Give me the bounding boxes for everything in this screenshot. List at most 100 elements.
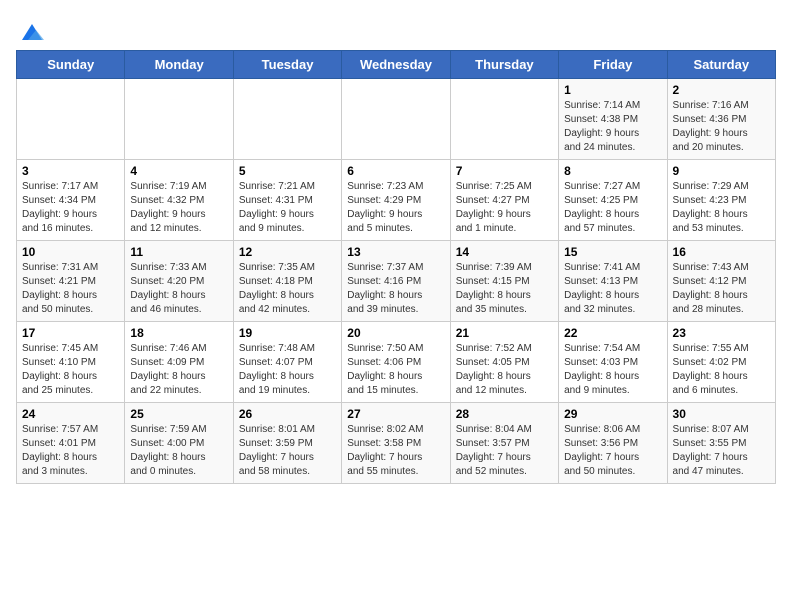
day-info: Sunrise: 8:01 AM Sunset: 3:59 PM Dayligh… <box>239 423 336 479</box>
day-number: 10 <box>22 245 119 259</box>
calendar-cell <box>17 79 125 160</box>
day-number: 1 <box>564 83 661 97</box>
calendar-cell: 29Sunrise: 8:06 AM Sunset: 3:56 PM Dayli… <box>559 403 667 484</box>
calendar-cell: 30 Sunrise: 8:07 AM Sunset: 3:55 PM Dayli… <box>667 403 775 484</box>
day-number: 14 <box>456 245 553 259</box>
day-info: Sunrise: 7:39 AM Sunset: 4:15 PM Dayligh… <box>456 261 553 317</box>
calendar-cell: 22 Sunrise: 7:54 AM Sunset: 4:03 PM Dayli… <box>559 322 667 403</box>
day-info: Sunrise: 8:04 AM Sunset: 3:57 PM Dayligh… <box>456 423 553 479</box>
day-number: 15 <box>564 245 661 259</box>
calendar-cell: 5 Sunrise: 7:21 AM Sunset: 4:31 PM Daylig… <box>233 160 341 241</box>
calendar-cell: 9Sunrise: 7:29 AM Sunset: 4:23 PM Daylig… <box>667 160 775 241</box>
day-number: 16 <box>673 245 770 259</box>
calendar-cell: 18 Sunrise: 7:46 AM Sunset: 4:09 PM Dayli… <box>125 322 233 403</box>
weekday-header-saturday: Saturday <box>667 51 775 79</box>
page-header <box>16 16 776 42</box>
day-info: Sunrise: 7:37 AM Sunset: 4:16 PM Dayligh… <box>347 261 444 317</box>
calendar-cell: 26 Sunrise: 8:01 AM Sunset: 3:59 PM Dayli… <box>233 403 341 484</box>
calendar-cell: 23 Sunrise: 7:55 AM Sunset: 4:02 PM Dayli… <box>667 322 775 403</box>
weekday-header-tuesday: Tuesday <box>233 51 341 79</box>
calendar-cell: 21Sunrise: 7:52 AM Sunset: 4:05 PM Dayli… <box>450 322 558 403</box>
day-number: 18 <box>130 326 227 340</box>
calendar-cell: 16 Sunrise: 7:43 AM Sunset: 4:12 PM Dayli… <box>667 241 775 322</box>
calendar-cell <box>450 79 558 160</box>
calendar-cell: 12 Sunrise: 7:35 AM Sunset: 4:18 PM Dayli… <box>233 241 341 322</box>
weekday-header-monday: Monday <box>125 51 233 79</box>
calendar-cell: 27 Sunrise: 8:02 AM Sunset: 3:58 PM Dayli… <box>342 403 450 484</box>
day-info: Sunrise: 7:17 AM Sunset: 4:34 PM Dayligh… <box>22 180 119 236</box>
day-info: Sunrise: 7:41 AM Sunset: 4:13 PM Dayligh… <box>564 261 661 317</box>
calendar-cell: 24 Sunrise: 7:57 AM Sunset: 4:01 PM Dayli… <box>17 403 125 484</box>
day-info: Sunrise: 8:06 AM Sunset: 3:56 PM Dayligh… <box>564 423 661 479</box>
calendar-cell <box>342 79 450 160</box>
calendar-cell: 7Sunrise: 7:25 AM Sunset: 4:27 PM Daylig… <box>450 160 558 241</box>
day-info: Sunrise: 7:48 AM Sunset: 4:07 PM Dayligh… <box>239 342 336 398</box>
day-info: Sunrise: 7:35 AM Sunset: 4:18 PM Dayligh… <box>239 261 336 317</box>
day-info: Sunrise: 7:43 AM Sunset: 4:12 PM Dayligh… <box>673 261 770 317</box>
logo-icon <box>18 20 46 48</box>
calendar-cell: 2 Sunrise: 7:16 AM Sunset: 4:36 PM Daylig… <box>667 79 775 160</box>
day-info: Sunrise: 7:19 AM Sunset: 4:32 PM Dayligh… <box>130 180 227 236</box>
calendar-cell: 1 Sunrise: 7:14 AM Sunset: 4:38 PM Daylig… <box>559 79 667 160</box>
calendar-cell <box>233 79 341 160</box>
day-info: Sunrise: 7:54 AM Sunset: 4:03 PM Dayligh… <box>564 342 661 398</box>
day-info: Sunrise: 7:59 AM Sunset: 4:00 PM Dayligh… <box>130 423 227 479</box>
day-number: 27 <box>347 407 444 421</box>
weekday-header-thursday: Thursday <box>450 51 558 79</box>
day-info: Sunrise: 7:33 AM Sunset: 4:20 PM Dayligh… <box>130 261 227 317</box>
day-info: Sunrise: 7:31 AM Sunset: 4:21 PM Dayligh… <box>22 261 119 317</box>
day-number: 21 <box>456 326 553 340</box>
calendar-cell: 25 Sunrise: 7:59 AM Sunset: 4:00 PM Dayli… <box>125 403 233 484</box>
calendar-cell: 8 Sunrise: 7:27 AM Sunset: 4:25 PM Daylig… <box>559 160 667 241</box>
calendar-cell: 10 Sunrise: 7:31 AM Sunset: 4:21 PM Dayli… <box>17 241 125 322</box>
week-row-4: 17Sunrise: 7:45 AM Sunset: 4:10 PM Dayli… <box>17 322 776 403</box>
day-info: Sunrise: 7:23 AM Sunset: 4:29 PM Dayligh… <box>347 180 444 236</box>
day-number: 17 <box>22 326 119 340</box>
calendar-cell: 28 Sunrise: 8:04 AM Sunset: 3:57 PM Dayli… <box>450 403 558 484</box>
day-number: 2 <box>673 83 770 97</box>
day-info: Sunrise: 7:14 AM Sunset: 4:38 PM Dayligh… <box>564 99 661 155</box>
day-info: Sunrise: 7:46 AM Sunset: 4:09 PM Dayligh… <box>130 342 227 398</box>
day-number: 7 <box>456 164 553 178</box>
day-number: 8 <box>564 164 661 178</box>
day-info: Sunrise: 7:55 AM Sunset: 4:02 PM Dayligh… <box>673 342 770 398</box>
day-info: Sunrise: 8:02 AM Sunset: 3:58 PM Dayligh… <box>347 423 444 479</box>
calendar-cell: 17Sunrise: 7:45 AM Sunset: 4:10 PM Dayli… <box>17 322 125 403</box>
day-number: 23 <box>673 326 770 340</box>
day-number: 28 <box>456 407 553 421</box>
calendar-table: SundayMondayTuesdayWednesdayThursdayFrid… <box>16 50 776 484</box>
week-row-5: 24 Sunrise: 7:57 AM Sunset: 4:01 PM Dayli… <box>17 403 776 484</box>
day-number: 13 <box>347 245 444 259</box>
day-number: 5 <box>239 164 336 178</box>
day-number: 4 <box>130 164 227 178</box>
calendar-cell: 13 Sunrise: 7:37 AM Sunset: 4:16 PM Dayli… <box>342 241 450 322</box>
logo <box>16 20 46 42</box>
day-number: 26 <box>239 407 336 421</box>
day-number: 30 <box>673 407 770 421</box>
day-number: 11 <box>130 245 227 259</box>
week-row-2: 3 Sunrise: 7:17 AM Sunset: 4:34 PM Daylig… <box>17 160 776 241</box>
calendar-cell: 6Sunrise: 7:23 AM Sunset: 4:29 PM Daylig… <box>342 160 450 241</box>
calendar-cell <box>125 79 233 160</box>
day-number: 25 <box>130 407 227 421</box>
day-info: Sunrise: 8:07 AM Sunset: 3:55 PM Dayligh… <box>673 423 770 479</box>
weekday-header-friday: Friday <box>559 51 667 79</box>
weekday-header-sunday: Sunday <box>17 51 125 79</box>
day-number: 3 <box>22 164 119 178</box>
calendar-cell: 15 Sunrise: 7:41 AM Sunset: 4:13 PM Dayli… <box>559 241 667 322</box>
day-number: 12 <box>239 245 336 259</box>
day-number: 9 <box>673 164 770 178</box>
calendar-cell: 4 Sunrise: 7:19 AM Sunset: 4:32 PM Daylig… <box>125 160 233 241</box>
day-info: Sunrise: 7:27 AM Sunset: 4:25 PM Dayligh… <box>564 180 661 236</box>
calendar-cell: 19 Sunrise: 7:48 AM Sunset: 4:07 PM Dayli… <box>233 322 341 403</box>
calendar-cell: 20Sunrise: 7:50 AM Sunset: 4:06 PM Dayli… <box>342 322 450 403</box>
day-number: 24 <box>22 407 119 421</box>
day-info: Sunrise: 7:16 AM Sunset: 4:36 PM Dayligh… <box>673 99 770 155</box>
week-row-1: 1 Sunrise: 7:14 AM Sunset: 4:38 PM Daylig… <box>17 79 776 160</box>
day-info: Sunrise: 7:57 AM Sunset: 4:01 PM Dayligh… <box>22 423 119 479</box>
day-info: Sunrise: 7:21 AM Sunset: 4:31 PM Dayligh… <box>239 180 336 236</box>
day-info: Sunrise: 7:50 AM Sunset: 4:06 PM Dayligh… <box>347 342 444 398</box>
day-number: 22 <box>564 326 661 340</box>
weekday-header-row: SundayMondayTuesdayWednesdayThursdayFrid… <box>17 51 776 79</box>
day-number: 19 <box>239 326 336 340</box>
